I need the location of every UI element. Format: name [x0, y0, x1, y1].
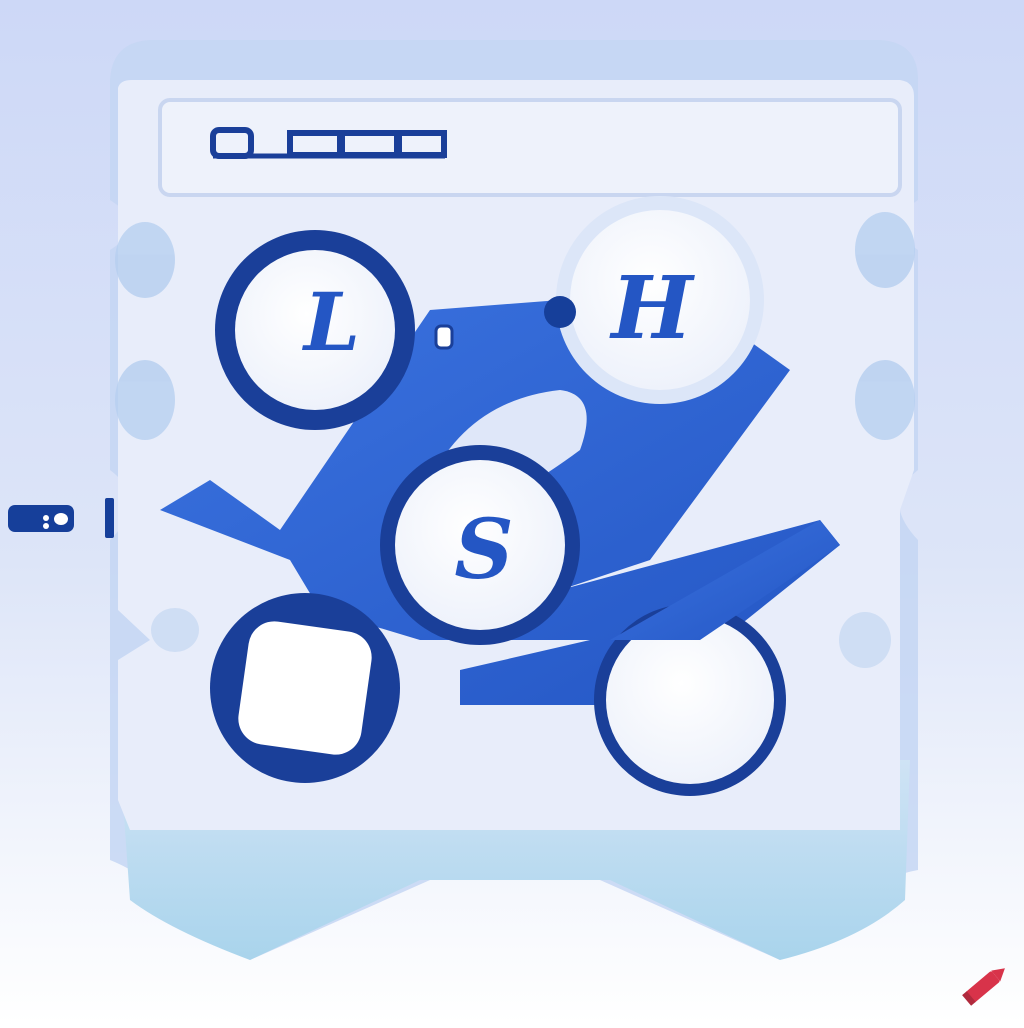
- button-center[interactable]: S: [380, 445, 580, 645]
- button-letter: S: [454, 502, 513, 598]
- swirl-icon: [855, 360, 915, 440]
- side-marker-dot: [43, 523, 49, 529]
- side-marker-dot: [43, 515, 49, 521]
- button-bottom-left[interactable]: [210, 593, 400, 783]
- swirl-icon: [839, 612, 891, 668]
- accent-dot: [434, 324, 454, 350]
- button-top-left[interactable]: L: [215, 230, 415, 430]
- button-letter: L: [302, 275, 360, 369]
- swirl-icon: [115, 360, 175, 440]
- swirl-icon: [855, 212, 915, 288]
- side-marker-dot: [54, 513, 68, 525]
- button-letter: H: [608, 258, 695, 359]
- swirl-icon: [115, 222, 175, 298]
- header-strip: [158, 98, 902, 197]
- swirl-icon: [151, 608, 199, 652]
- illustration-svg: L H S: [0, 0, 1024, 1024]
- side-marker-bar: [105, 498, 114, 538]
- illustration-canvas: L H S: [0, 0, 1024, 1024]
